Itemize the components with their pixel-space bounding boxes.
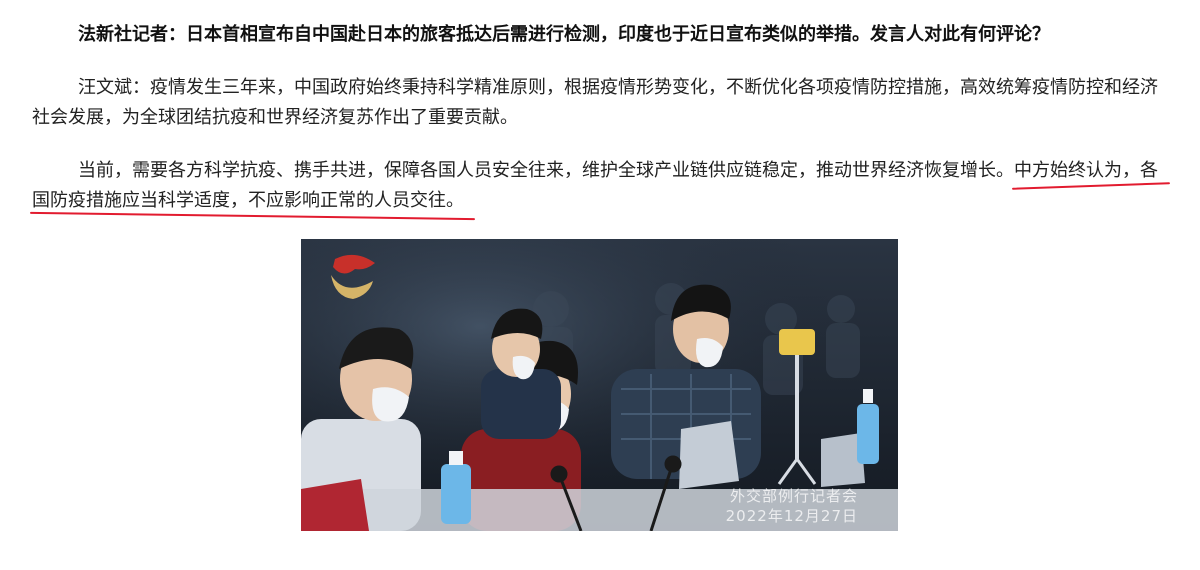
question-paragraph: 法新社记者：日本首相宣布自中国赴日本的旅客抵达后需进行检测，印度也于近日宣布类似…	[78, 24, 1050, 45]
answer-paragraph: 汪文斌：疫情发生三年来，中国政府始终秉持科学精准原则，根据疫情形势变化，不断优化…	[32, 77, 1158, 128]
statement-plain-text: 当前，需要各方科学抗疫、携手共进，保障各国人员安全往来，维护全球产业链供应链稳定…	[78, 160, 1014, 181]
press-conference-photo: 外交部例行记者会 2022年12月27日	[301, 239, 898, 531]
statement-paragraph: 当前，需要各方科学抗疫、携手共进，保障各国人员安全往来，维护全球产业链供应链稳定…	[32, 156, 1172, 216]
photo-caption-date: 2022年12月27日	[725, 507, 858, 525]
photo-caption-title: 外交部例行记者会	[729, 487, 858, 505]
article: 法新社记者：日本首相宣布自中国赴日本的旅客抵达后需进行检测，印度也于近日宣布类似…	[0, 0, 1200, 570]
